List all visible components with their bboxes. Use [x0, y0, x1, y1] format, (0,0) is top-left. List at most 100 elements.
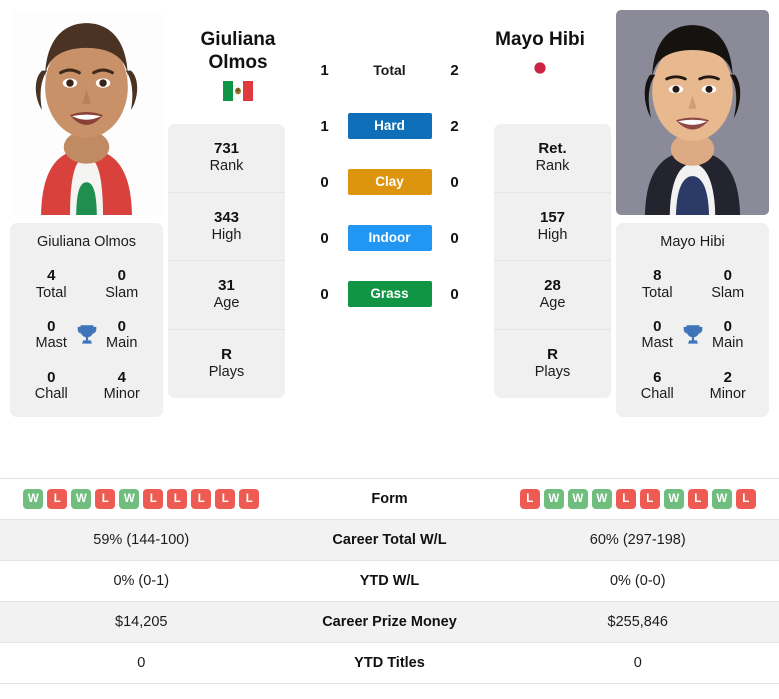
right-player-photo	[616, 10, 769, 215]
title-stat-label: Total	[35, 284, 67, 301]
left-player-name-block[interactable]: Giuliana Olmos	[148, 28, 328, 102]
right-player-column: Mayo Hibi 8 Total 0 Slam 0 Mast 0 Main 6…	[611, 0, 779, 427]
title-stat-label: Chall	[34, 386, 68, 403]
title-stat-label: Minor	[709, 386, 746, 403]
stat-label: Rank	[535, 158, 570, 175]
form-badge-w: W	[71, 489, 92, 509]
stat-value: 28	[544, 277, 561, 295]
surface-badge-hard[interactable]: Hard	[347, 113, 432, 139]
title-stat-value: 0	[47, 368, 56, 386]
form-badge-l: L	[47, 489, 68, 509]
player-comparison-page: Giuliana Olmos 4 Total 0 Slam 0 Mast 0 M…	[0, 0, 779, 699]
h2h-right-score: 0	[450, 173, 459, 191]
mexico-flag-icon	[223, 81, 253, 102]
stat-row: 731 Rank	[168, 124, 285, 193]
surface-badge-clay[interactable]: Clay	[347, 169, 432, 195]
form-badge-l: L	[687, 489, 708, 509]
table-row-ytd-titles: 0 YTD Titles 0	[0, 643, 779, 684]
form-badge-w: W	[119, 489, 140, 509]
stat-label: Plays	[208, 364, 245, 381]
title-stat-value: 4	[117, 368, 126, 386]
title-stat-label: Chall	[640, 386, 674, 403]
comparison-table: WLWLWLLLLL Form LWWWLLWLWL 59% (144-100)…	[0, 478, 779, 684]
right-titles-grid: 8 Total 0 Slam 0 Mast 0 Main 6 Chall 2 M…	[622, 267, 763, 403]
left-form-badges: WLWLWLLLLL	[0, 489, 283, 509]
surface-badge-grass[interactable]: Grass	[347, 281, 432, 307]
h2h-left-score: 0	[320, 229, 329, 247]
form-badge-w: W	[591, 489, 612, 509]
h2h-left-score: 1	[320, 117, 329, 135]
left-player-name-line2: Olmos	[208, 52, 268, 74]
title-stat-label: Slam	[711, 284, 745, 301]
h2h-right-score: 0	[450, 229, 459, 247]
stat-label: High	[537, 226, 568, 243]
title-stat-label: Minor	[103, 386, 140, 403]
table-row-label: Career Prize Money	[322, 614, 457, 630]
left-value: $14,205	[115, 614, 168, 630]
japan-flag-icon	[525, 58, 555, 79]
form-badge-l: L	[191, 489, 212, 509]
title-stat: 2 Minor	[693, 369, 764, 404]
trophy-icon	[74, 322, 100, 348]
title-stat: 4 Minor	[87, 369, 158, 404]
stat-label: Age	[539, 295, 566, 312]
table-row-form: WLWLWLLLLL Form LWWWLLWLWL	[0, 479, 779, 520]
surface-list: 1 Total 2 1 Hard 2 0 Clay 0 0 Indoor 0 0…	[316, 56, 464, 308]
h2h-label: Total	[373, 62, 406, 78]
h2h-right-score: 2	[450, 117, 459, 135]
form-badge-l: L	[615, 489, 636, 509]
stat-value: 157	[539, 208, 566, 226]
table-row-career-prize-money: $14,205 Career Prize Money $255,846	[0, 602, 779, 643]
left-stats-card: 731 Rank 343 High 31 Age R Plays	[168, 124, 285, 398]
title-stat: 0 Slam	[693, 267, 764, 302]
stat-label: Rank	[209, 158, 244, 175]
title-stat-label: Slam	[105, 284, 139, 301]
left-titles-card: Giuliana Olmos 4 Total 0 Slam 0 Mast 0 M…	[10, 223, 163, 418]
right-form-cell: LWWWLLWLWL	[497, 489, 779, 509]
stat-value: 343	[213, 208, 240, 226]
left-player-photo	[10, 10, 163, 215]
h2h-row-total: 1 Total 2	[316, 56, 464, 84]
stat-value: 31	[218, 277, 235, 295]
title-stat: 4 Total	[16, 267, 87, 302]
left-player-column: Giuliana Olmos 4 Total 0 Slam 0 Mast 0 M…	[0, 0, 168, 427]
table-row-label: YTD W/L	[359, 573, 420, 589]
stat-row: Ret. Rank	[494, 124, 611, 193]
title-stat-value: 4	[47, 266, 56, 284]
right-stats-card: Ret. Rank 157 High 28 Age R Plays	[494, 124, 611, 398]
title-stat: 8 Total	[622, 267, 693, 302]
table-row-career-total-wl: 59% (144-100) Career Total W/L 60% (297-…	[0, 520, 779, 561]
stat-label: High	[211, 226, 242, 243]
table-row-ytd-wl: 0% (0-1) YTD W/L 0% (0-0)	[0, 561, 779, 602]
right-value: 0% (0-0)	[609, 573, 666, 589]
stat-row: 28 Age	[494, 261, 611, 330]
title-stat-value: 0	[723, 266, 732, 284]
left-value: 59% (144-100)	[93, 532, 190, 548]
title-stat-value: 0	[117, 266, 126, 284]
form-badge-l: L	[215, 489, 236, 509]
form-badge-w: W	[711, 489, 732, 509]
form-badge-l: L	[143, 489, 164, 509]
surface-badge-indoor[interactable]: Indoor	[347, 225, 432, 251]
h2h-row-clay: 0 Clay 0	[316, 168, 464, 196]
stat-label: Plays	[534, 364, 571, 381]
stat-value: R	[547, 346, 558, 364]
right-titles-player-name: Mayo Hibi	[660, 234, 725, 250]
h2h-right-score: 0	[450, 285, 459, 303]
left-titles-player-name: Giuliana Olmos	[36, 234, 137, 250]
right-player-name-line1: Mayo Hibi	[495, 29, 585, 50]
stat-row: 343 High	[168, 193, 285, 261]
right-player-name-block[interactable]: Mayo Hibi	[450, 28, 630, 79]
right-form-badges: LWWWLLWLWL	[497, 489, 779, 509]
form-badge-l: L	[735, 489, 756, 509]
form-badge-l: L	[95, 489, 116, 509]
left-titles-grid: 4 Total 0 Slam 0 Mast 0 Main 0 Chall 4 M…	[16, 267, 157, 403]
left-value: 0	[137, 655, 146, 671]
right-value: $255,846	[607, 614, 668, 630]
left-player-name-line1: Giuliana	[200, 29, 276, 50]
stat-row: R Plays	[494, 330, 611, 399]
right-titles-card: Mayo Hibi 8 Total 0 Slam 0 Mast 0 Main 6…	[616, 223, 769, 418]
right-value: 0	[633, 655, 642, 671]
title-stat: 6 Chall	[622, 369, 693, 404]
stat-value: Ret.	[538, 140, 567, 158]
